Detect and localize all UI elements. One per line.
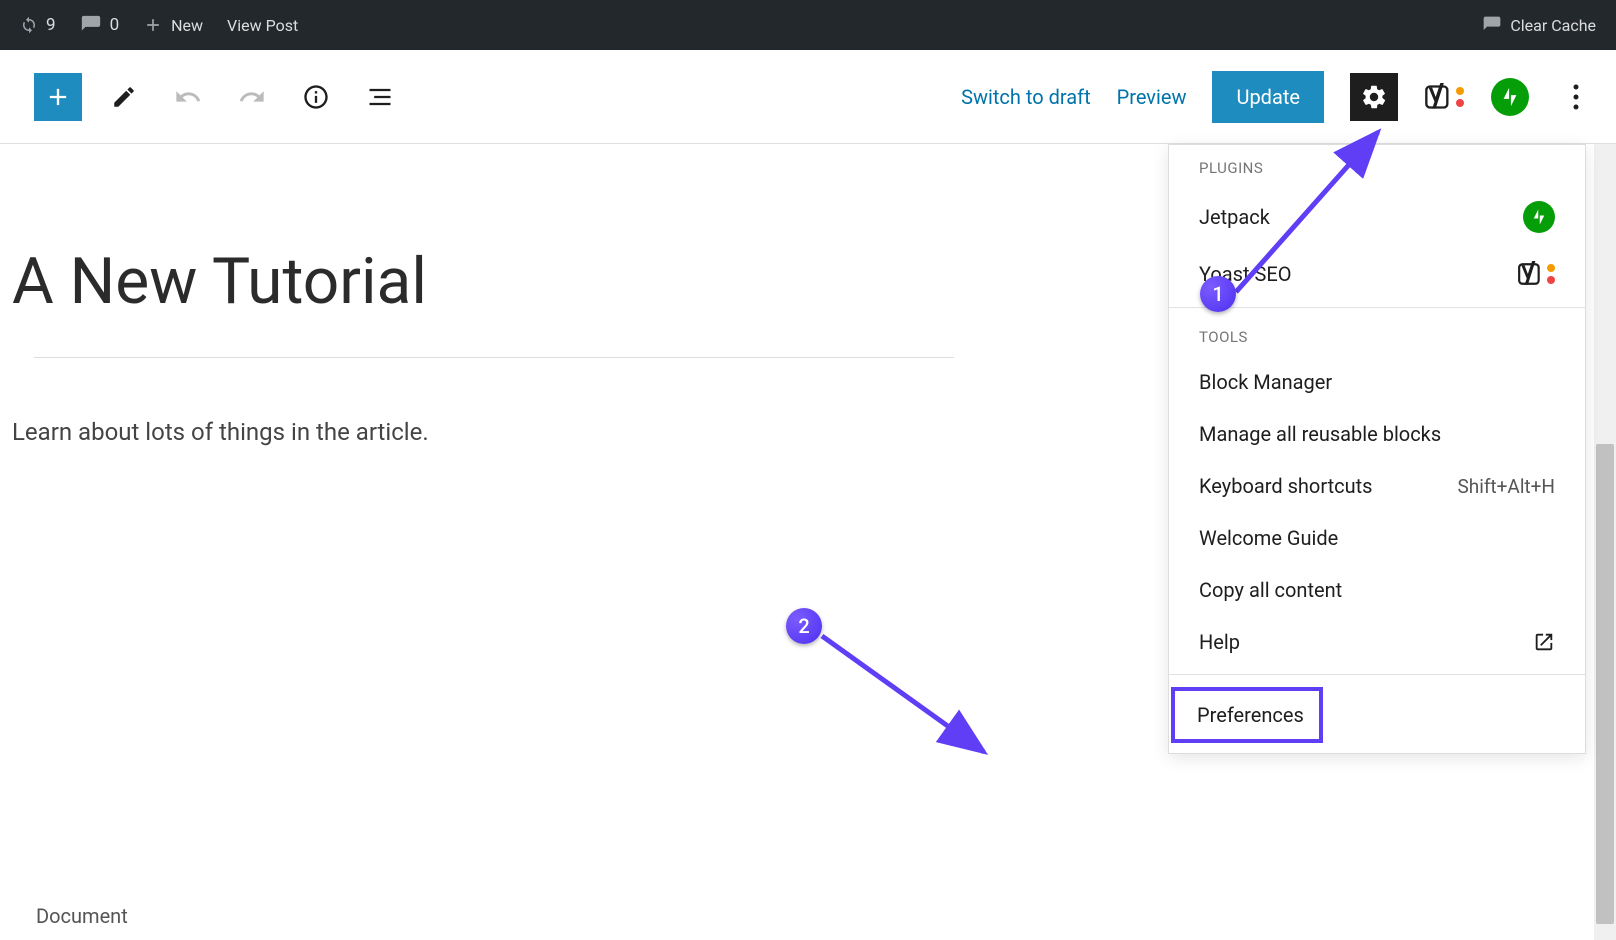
edit-mode-button[interactable] (102, 75, 146, 119)
admin-clear-cache[interactable]: Clear Cache (1470, 0, 1608, 50)
plugins-section-label: PLUGINS (1169, 145, 1585, 187)
redo-icon (238, 83, 266, 111)
menu-item-help[interactable]: Help (1169, 616, 1585, 668)
clear-cache-label: Clear Cache (1510, 16, 1596, 35)
switch-draft-button[interactable]: Switch to draft (961, 85, 1091, 109)
breadcrumb[interactable]: Document (36, 904, 128, 928)
info-icon (302, 83, 330, 111)
menu-item-label: Keyboard shortcuts (1199, 474, 1373, 498)
menu-item-preferences[interactable]: Preferences (1175, 691, 1319, 739)
menu-item-label: Help (1199, 630, 1240, 654)
menu-item-jetpack[interactable]: Jetpack (1169, 187, 1585, 247)
new-label: New (171, 16, 203, 35)
pencil-icon (111, 84, 137, 110)
menu-item-label: Manage all reusable blocks (1199, 422, 1441, 446)
admin-new[interactable]: New (131, 0, 215, 50)
undo-button[interactable] (166, 75, 210, 119)
cache-icon (1482, 15, 1502, 35)
list-icon (366, 83, 394, 111)
menu-item-reusable-blocks[interactable]: Manage all reusable blocks (1169, 408, 1585, 460)
admin-comments[interactable]: 0 (68, 0, 132, 50)
title-divider (34, 357, 954, 358)
menu-item-label: Copy all content (1199, 578, 1342, 602)
menu-item-label: Welcome Guide (1199, 526, 1338, 550)
menu-item-copy-all[interactable]: Copy all content (1169, 564, 1585, 616)
info-button[interactable] (294, 75, 338, 119)
menu-item-welcome-guide[interactable]: Welcome Guide (1169, 512, 1585, 564)
view-post-label: View Post (227, 16, 298, 35)
tools-section-label: TOOLS (1169, 314, 1585, 356)
plus-icon (143, 15, 163, 35)
settings-button[interactable] (1350, 73, 1398, 121)
undo-icon (174, 83, 202, 111)
updates-count: 9 (46, 15, 56, 35)
outline-button[interactable] (358, 75, 402, 119)
jetpack-button[interactable] (1490, 77, 1530, 117)
admin-view-post[interactable]: View Post (215, 0, 310, 50)
scrollbar-thumb[interactable] (1596, 444, 1614, 924)
yoast-icon (1424, 83, 1464, 111)
add-block-button[interactable] (34, 73, 82, 121)
menu-item-yoast[interactable]: Yoast SEO (1169, 247, 1585, 301)
yoast-icon (1517, 261, 1555, 287)
external-link-icon (1533, 631, 1555, 653)
menu-item-block-manager[interactable]: Block Manager (1169, 356, 1585, 408)
scrollbar-track[interactable] (1594, 144, 1616, 940)
preview-button[interactable]: Preview (1117, 85, 1187, 109)
options-dropdown: PLUGINS Jetpack Yoast SEO TOOLS Block Ma… (1168, 144, 1586, 754)
more-options-button[interactable] (1556, 77, 1596, 117)
plus-icon (44, 83, 72, 111)
gear-icon (1360, 83, 1388, 111)
admin-bar: 9 0 New View Post Clear Cache (0, 0, 1616, 50)
editor-toolbar: Switch to draft Preview Update (0, 50, 1616, 144)
preferences-highlight: Preferences (1171, 687, 1323, 743)
menu-item-label: Yoast SEO (1199, 262, 1292, 286)
comments-count: 0 (110, 15, 120, 35)
update-button[interactable]: Update (1212, 71, 1324, 123)
more-vertical-icon (1573, 83, 1579, 111)
menu-item-label: Jetpack (1199, 205, 1270, 229)
yoast-button[interactable] (1424, 77, 1464, 117)
updates-icon (20, 16, 38, 34)
menu-item-label: Block Manager (1199, 370, 1332, 394)
jetpack-icon (1523, 201, 1555, 233)
admin-updates[interactable]: 9 (8, 0, 68, 50)
jetpack-icon (1491, 78, 1529, 116)
shortcut-label: Shift+Alt+H (1457, 475, 1555, 498)
menu-item-label: Preferences (1197, 703, 1304, 727)
menu-item-keyboard-shortcuts[interactable]: Keyboard shortcuts Shift+Alt+H (1169, 460, 1585, 512)
comment-icon (80, 14, 102, 36)
redo-button[interactable] (230, 75, 274, 119)
